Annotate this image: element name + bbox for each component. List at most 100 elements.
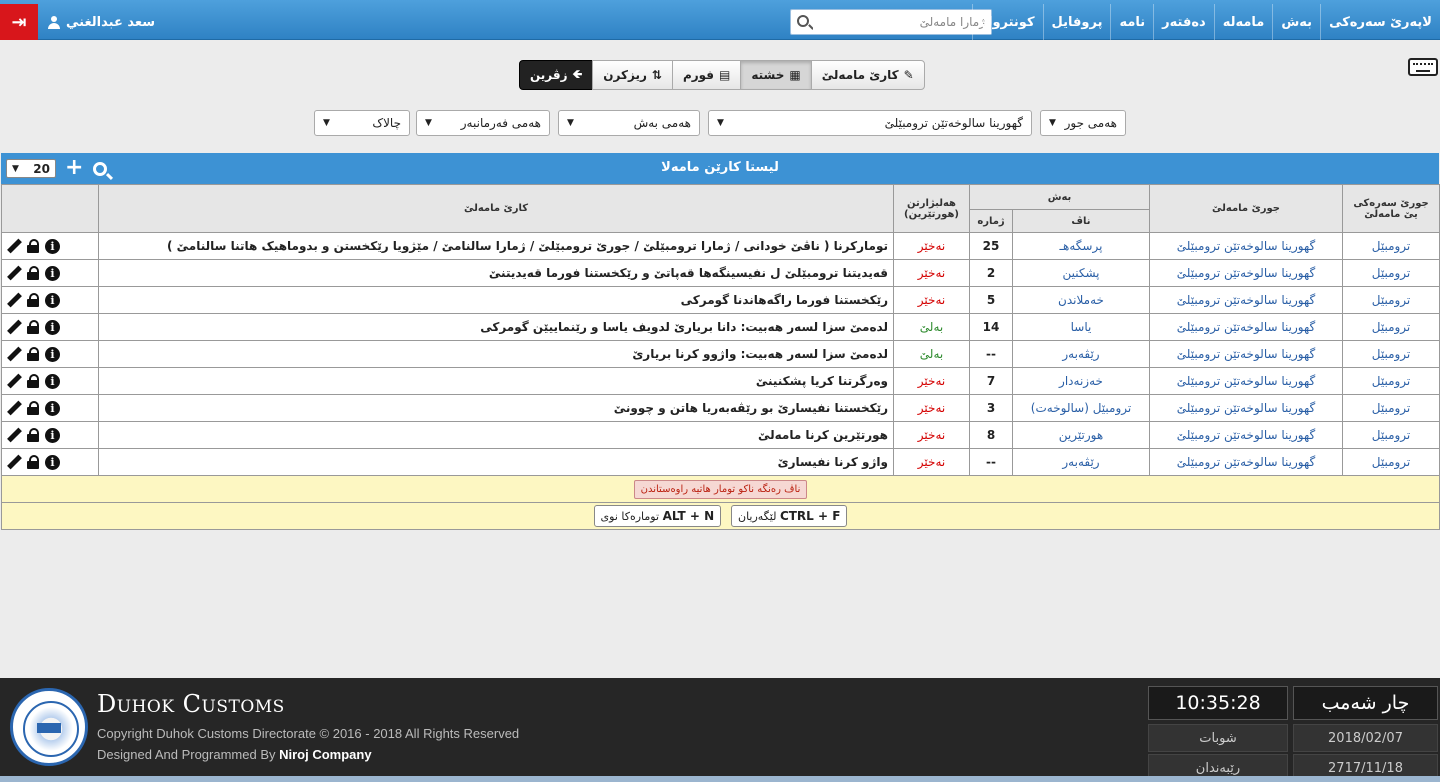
search-icon[interactable] bbox=[93, 162, 107, 176]
section-link[interactable]: پرسگەهـ bbox=[1012, 232, 1150, 260]
sort-button[interactable]: ⇅ ریزکرن bbox=[592, 60, 673, 90]
type-link[interactable]: گهورینا سالوخەتێن ترومبێلێ bbox=[1149, 367, 1343, 395]
type-link[interactable]: گهورینا سالوخەتێن ترومبێلێ bbox=[1149, 313, 1343, 341]
status-cell: نەخێر bbox=[893, 232, 970, 260]
info-icon[interactable]: i bbox=[45, 319, 60, 335]
table-row[interactable]: i رێکخستنا نفیسارێ بو رێڤەبەریا هاتن و چ… bbox=[1, 394, 1440, 422]
table-row[interactable]: i لدەمێ سزا لسەر هەبیت: واژوو کرنا بریار… bbox=[1, 340, 1440, 368]
user-menu[interactable]: سعد عبدالغني bbox=[40, 4, 168, 40]
main-type-link[interactable]: ترومبێل bbox=[1342, 286, 1440, 314]
main-type-link[interactable]: ترومبێل bbox=[1342, 232, 1440, 260]
lock-icon[interactable] bbox=[27, 320, 39, 334]
lock-icon[interactable] bbox=[27, 347, 39, 361]
logout-button[interactable]: ⇥ bbox=[0, 4, 38, 40]
lock-icon[interactable] bbox=[27, 455, 39, 469]
table-row[interactable]: i رێکخستنا فورما راگەهاندنا گومرکی نەخێر… bbox=[1, 286, 1440, 314]
table-row[interactable]: i تومارکرنا ( ناڤێ خودانی / ژمارا ترومبێ… bbox=[1, 232, 1440, 260]
lock-icon[interactable] bbox=[27, 374, 39, 388]
nav-item-letters[interactable]: نامە bbox=[1110, 4, 1153, 40]
edit-icon[interactable] bbox=[7, 293, 21, 307]
table-row[interactable]: i هورتێرین کرنا مامەلێ نەخێر 8 هورتێرین … bbox=[1, 421, 1440, 449]
section-link[interactable]: خەملاندن bbox=[1012, 286, 1150, 314]
type-link[interactable]: گهورینا سالوخەتێن ترومبێلێ bbox=[1149, 232, 1343, 260]
table-row[interactable]: i وەرگرتنا کریا پشکنینێ نەخێر 7 خەزنەدار… bbox=[1, 367, 1440, 395]
type-link[interactable]: گهورینا سالوخەتێن ترومبێلێ bbox=[1149, 421, 1343, 449]
edit-icon[interactable] bbox=[7, 239, 21, 253]
user-name: سعد عبدالغني bbox=[66, 14, 155, 30]
grid-view-button[interactable]: ▦ خشتە bbox=[740, 60, 812, 90]
edit-icon[interactable] bbox=[7, 455, 21, 469]
category-select[interactable]: ▼ گهورینا سالوخەتێن ترومبێلێ bbox=[708, 110, 1032, 136]
row-actions: i bbox=[1, 286, 99, 314]
employee-select[interactable]: ▼ هەمی فەرمانبەر bbox=[416, 110, 550, 136]
keyboard-icon[interactable] bbox=[1408, 58, 1438, 76]
nav-item-home[interactable]: لاپەرێ سەرەکی bbox=[1320, 4, 1440, 40]
info-icon[interactable]: i bbox=[45, 238, 60, 254]
type-link[interactable]: گهورینا سالوخەتێن ترومبێلێ bbox=[1149, 259, 1343, 287]
table-row[interactable]: i واژو کرنا نفیسارێ نەخێر -- رێڤەبەر گهو… bbox=[1, 448, 1440, 476]
row-actions: i bbox=[1, 394, 99, 422]
page-size-select[interactable]: ▼ 20 bbox=[6, 159, 56, 178]
type-link[interactable]: گهورینا سالوخەتێن ترومبێلێ bbox=[1149, 448, 1343, 476]
nav-item-department[interactable]: بەش bbox=[1272, 4, 1320, 40]
lock-icon[interactable] bbox=[27, 266, 39, 280]
work-view-button[interactable]: ✎ کارێ مامەلێ bbox=[810, 60, 925, 90]
row-actions: i bbox=[1, 367, 99, 395]
nav-item-profile[interactable]: پروفایل bbox=[1042, 4, 1111, 40]
main-type-link[interactable]: ترومبێل bbox=[1342, 340, 1440, 368]
info-icon[interactable]: i bbox=[45, 454, 60, 470]
nav-item-transactions[interactable]: مامەلە bbox=[1213, 4, 1273, 40]
nav-item-ledger[interactable]: دەفتەر bbox=[1153, 4, 1214, 40]
main-type-link[interactable]: ترومبێل bbox=[1342, 394, 1440, 422]
search-input[interactable] bbox=[813, 10, 991, 34]
table-row[interactable]: i لدەمێ سزا لسەر هەبیت: دانا بریارێ لدوی… bbox=[1, 313, 1440, 341]
info-icon[interactable]: i bbox=[45, 346, 60, 362]
search-field[interactable] bbox=[790, 9, 992, 35]
status-cell: نەخێر bbox=[893, 259, 970, 287]
lock-icon[interactable] bbox=[27, 239, 39, 253]
form-view-button[interactable]: ▤ فورم bbox=[671, 60, 742, 90]
main-type-link[interactable]: ترومبێل bbox=[1342, 448, 1440, 476]
find-shortcut[interactable]: CTRL + F لێگەریان bbox=[730, 505, 848, 527]
edit-icon[interactable] bbox=[7, 401, 21, 415]
add-icon[interactable]: + bbox=[65, 157, 83, 179]
search-icon[interactable] bbox=[797, 15, 809, 27]
edit-icon[interactable] bbox=[7, 374, 21, 388]
info-icon[interactable]: i bbox=[45, 373, 60, 389]
type-select[interactable]: ▼ هەمی جور bbox=[1040, 110, 1126, 136]
info-icon[interactable]: i bbox=[45, 265, 60, 281]
section-link[interactable]: رێڤەبەر bbox=[1012, 448, 1150, 476]
lock-icon[interactable] bbox=[27, 293, 39, 307]
table-row[interactable]: i قەیدیتنا ترومبێلێ ل نفیسینگەها قەپاتێ … bbox=[1, 259, 1440, 287]
view-toolbar: 🡸 زڤرین ⇅ ریزکرن ▤ فورم ▦ خشتە ✎ کارێ ما… bbox=[519, 60, 925, 90]
main-type-link[interactable]: ترومبێل bbox=[1342, 367, 1440, 395]
edit-icon[interactable] bbox=[7, 266, 21, 280]
section-link[interactable]: هورتێرین bbox=[1012, 421, 1150, 449]
panel-title: لیستا کارێن مامەلا bbox=[661, 160, 779, 175]
lock-icon[interactable] bbox=[27, 428, 39, 442]
section-link[interactable]: یاسا bbox=[1012, 313, 1150, 341]
type-link[interactable]: گهورینا سالوخەتێن ترومبێلێ bbox=[1149, 394, 1343, 422]
type-link[interactable]: گهورینا سالوخەتێن ترومبێلێ bbox=[1149, 286, 1343, 314]
new-record-shortcut[interactable]: ALT + N تومارەکا نوی bbox=[593, 505, 722, 527]
type-link[interactable]: گهورینا سالوخەتێن ترومبێلێ bbox=[1149, 340, 1343, 368]
info-icon[interactable]: i bbox=[45, 427, 60, 443]
printer-select[interactable]: ▼ چالاک bbox=[314, 110, 410, 136]
nav-item-control[interactable]: کونترول bbox=[972, 4, 1042, 40]
section-link[interactable]: پشکنین bbox=[1012, 259, 1150, 287]
main-type-link[interactable]: ترومبێل bbox=[1342, 313, 1440, 341]
back-button[interactable]: 🡸 زڤرین bbox=[519, 60, 594, 90]
section-link[interactable]: خەزنەدار bbox=[1012, 367, 1150, 395]
lock-icon[interactable] bbox=[27, 401, 39, 415]
info-icon[interactable]: i bbox=[45, 292, 60, 308]
section-link[interactable]: ترومبێل (سالوخەت) bbox=[1012, 394, 1150, 422]
edit-icon[interactable] bbox=[7, 320, 21, 334]
edit-icon[interactable] bbox=[7, 428, 21, 442]
main-type-link[interactable]: ترومبێل bbox=[1342, 259, 1440, 287]
department-select[interactable]: ▼ هەمی بەش bbox=[558, 110, 700, 136]
info-icon[interactable]: i bbox=[45, 400, 60, 416]
edit-icon[interactable] bbox=[7, 347, 21, 361]
main-type-link[interactable]: ترومبێل bbox=[1342, 421, 1440, 449]
number-cell: 8 bbox=[969, 421, 1013, 449]
section-link[interactable]: رێڤەبەر bbox=[1012, 340, 1150, 368]
